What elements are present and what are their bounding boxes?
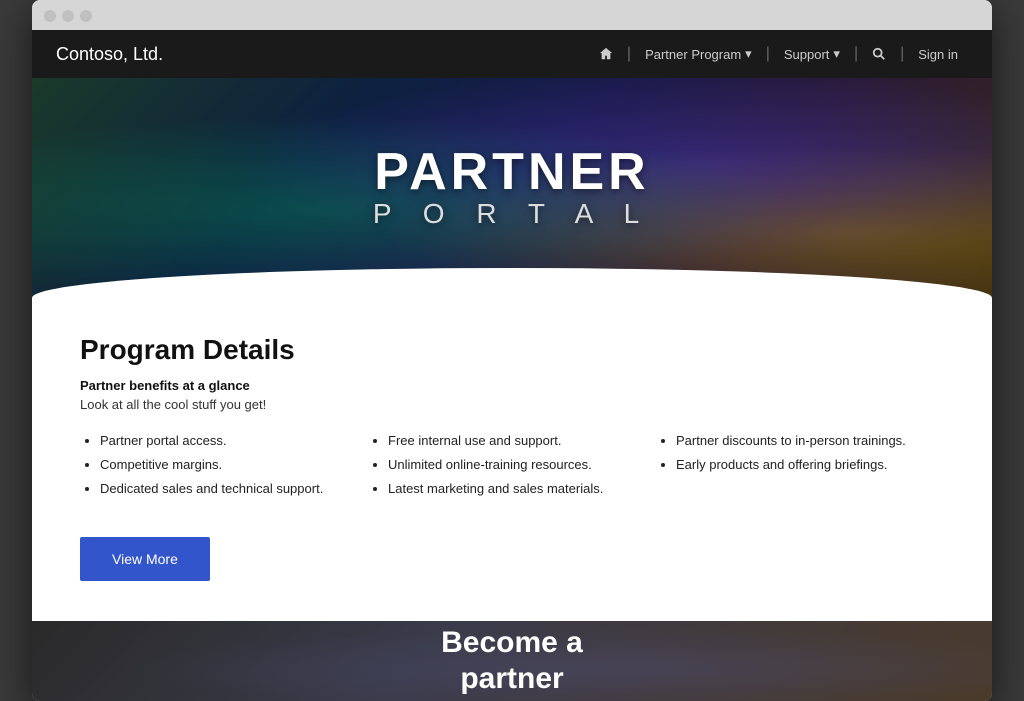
search-icon bbox=[872, 47, 886, 61]
partner-description: Look at all the cool stuff you get! bbox=[80, 397, 944, 412]
benefits-col-1: Partner portal access. Competitive margi… bbox=[80, 432, 368, 505]
nav-divider-3: | bbox=[850, 45, 862, 63]
nav-divider-4: | bbox=[896, 45, 908, 63]
benefits-col-2: Free internal use and support. Unlimited… bbox=[368, 432, 656, 505]
search-nav-button[interactable] bbox=[862, 47, 896, 61]
benefits-col-3: Partner discounts to in-person trainings… bbox=[656, 432, 944, 505]
nav-divider-2: | bbox=[762, 45, 774, 63]
hero-section: PARTNER P O R T A L bbox=[32, 78, 992, 298]
benefits-list-2: Free internal use and support. Unlimited… bbox=[368, 432, 656, 499]
program-details-section: Program Details Partner benefits at a gl… bbox=[32, 298, 992, 621]
support-chevron: ▾ bbox=[833, 46, 840, 62]
bottom-section: Become a partner bbox=[32, 621, 992, 701]
navbar-brand: Contoso, Ltd. bbox=[56, 44, 163, 65]
browser-dot-2 bbox=[62, 10, 74, 22]
partner-program-chevron: ▾ bbox=[745, 46, 752, 62]
become-title: Become a partner bbox=[441, 625, 583, 697]
list-item: Dedicated sales and technical support. bbox=[100, 480, 368, 498]
partner-program-nav-link[interactable]: Partner Program ▾ bbox=[635, 46, 762, 62]
list-item: Early products and offering briefings. bbox=[676, 456, 944, 474]
list-item: Free internal use and support. bbox=[388, 432, 656, 450]
view-more-button[interactable]: View More bbox=[80, 537, 210, 581]
home-icon bbox=[599, 47, 613, 61]
list-item: Unlimited online-training resources. bbox=[388, 456, 656, 474]
hero-partner-text: PARTNER bbox=[373, 146, 651, 198]
home-nav-link[interactable] bbox=[589, 47, 623, 61]
benefits-list-3: Partner discounts to in-person trainings… bbox=[656, 432, 944, 474]
browser-chrome bbox=[32, 0, 992, 30]
list-item: Competitive margins. bbox=[100, 456, 368, 474]
list-item: Partner portal access. bbox=[100, 432, 368, 450]
hero-text: PARTNER P O R T A L bbox=[373, 146, 651, 230]
list-item: Partner discounts to in-person trainings… bbox=[676, 432, 944, 450]
browser-dot-3 bbox=[80, 10, 92, 22]
partner-subtitle: Partner benefits at a glance bbox=[80, 378, 944, 393]
hero-portal-text: P O R T A L bbox=[373, 198, 651, 230]
navbar-nav: | Partner Program ▾ | Support ▾ | bbox=[589, 45, 968, 63]
browser-window: Contoso, Ltd. | Partner Program ▾ | Su bbox=[32, 0, 992, 701]
support-nav-link[interactable]: Support ▾ bbox=[774, 46, 850, 62]
program-title: Program Details bbox=[80, 334, 944, 366]
signin-nav-link[interactable]: Sign in bbox=[908, 47, 968, 62]
benefits-list-1: Partner portal access. Competitive margi… bbox=[80, 432, 368, 499]
content-wrapper: Program Details Partner benefits at a gl… bbox=[32, 298, 992, 621]
benefits-grid: Partner portal access. Competitive margi… bbox=[80, 432, 944, 505]
browser-dot-1 bbox=[44, 10, 56, 22]
list-item: Latest marketing and sales materials. bbox=[388, 480, 656, 498]
nav-divider-1: | bbox=[623, 45, 635, 63]
navbar: Contoso, Ltd. | Partner Program ▾ | Su bbox=[32, 30, 992, 78]
